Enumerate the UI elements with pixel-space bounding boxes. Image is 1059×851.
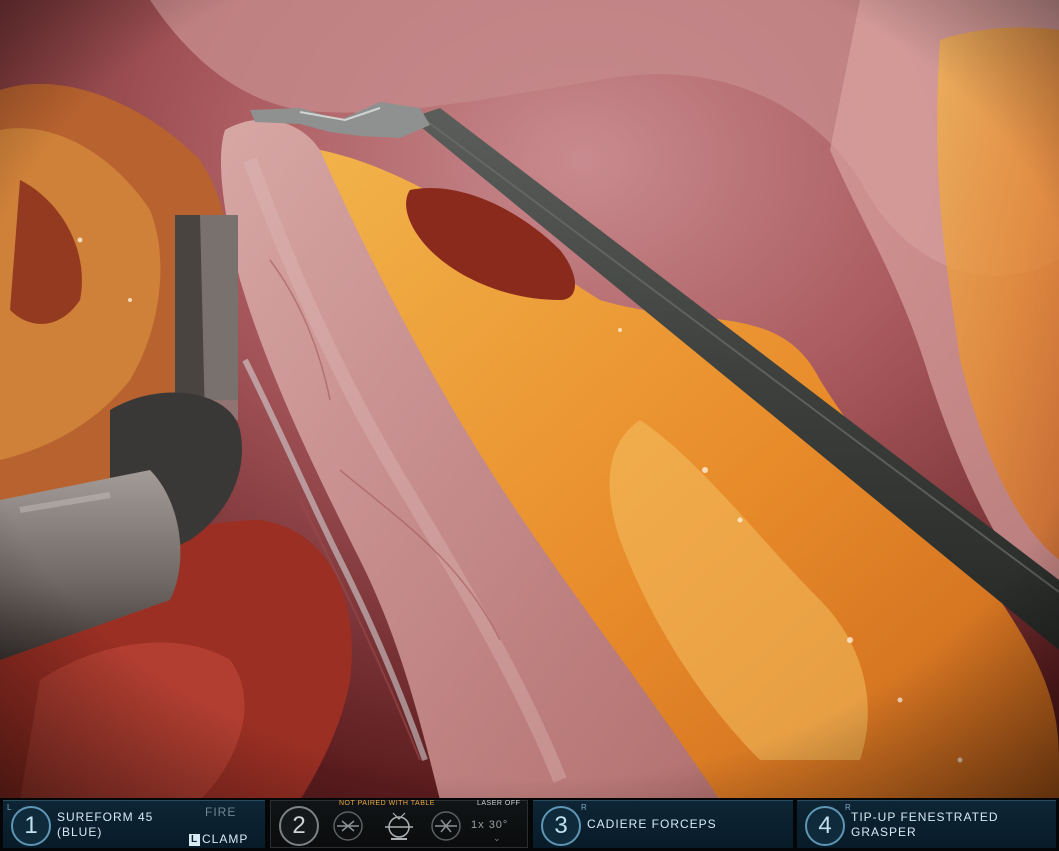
arm-4-tool-sublabel: GRASPER bbox=[851, 825, 917, 839]
endoscope-image bbox=[0, 0, 1059, 800]
camera-orientation-icon bbox=[385, 812, 413, 840]
arm-2-number: 2 bbox=[279, 806, 319, 846]
laser-status: LASER OFF bbox=[477, 800, 521, 807]
arm-3-number: 3 bbox=[541, 806, 581, 846]
arm-4-side-indicator: R bbox=[845, 803, 851, 812]
clamp-status: L CLAMP bbox=[189, 832, 248, 846]
instrument-status-bar: L 1 SUREFORM 45 (BLUE) FIRE L CLAMP 2 NOT… bbox=[0, 798, 1059, 851]
camera-zoom-level: 1x bbox=[471, 819, 485, 831]
chevron-down-icon: ⌄ bbox=[493, 833, 501, 843]
camera-control-left-icon[interactable] bbox=[331, 811, 365, 841]
arm-1-side-indicator: L bbox=[7, 803, 12, 812]
arm-4-number: 4 bbox=[805, 806, 845, 846]
arm-1-number: 1 bbox=[11, 806, 51, 846]
arm-1-tool-sublabel: (BLUE) bbox=[57, 825, 103, 839]
camera-zoom-angle: 1x 30° bbox=[471, 819, 508, 831]
clamp-hand-badge: L bbox=[189, 834, 200, 846]
arm-4-tool-name: TIP-UP FENESTRATED GRASPER bbox=[851, 810, 999, 840]
arm-2-camera-panel[interactable]: 2 NOT PAIRED WITH TABLE LASER OFF 1x 30° bbox=[270, 800, 528, 848]
arm-3-side-indicator: R bbox=[581, 803, 587, 812]
camera-scope-angle: 30° bbox=[488, 819, 509, 831]
table-pairing-status: NOT PAIRED WITH TABLE bbox=[339, 800, 435, 807]
arm-3-panel[interactable]: R 3 CADIERE FORCEPS bbox=[533, 800, 793, 848]
arm-1-panel[interactable]: L 1 SUREFORM 45 (BLUE) FIRE L CLAMP bbox=[3, 800, 265, 848]
endoscope-video-feed bbox=[0, 0, 1059, 800]
fire-status-label: FIRE bbox=[205, 805, 237, 819]
surgical-console-screen: L 1 SUREFORM 45 (BLUE) FIRE L CLAMP 2 NOT… bbox=[0, 0, 1059, 851]
arm-3-tool-name: CADIERE FORCEPS bbox=[587, 817, 717, 831]
arm-1-tool-name: SUREFORM 45 (BLUE) bbox=[57, 810, 153, 840]
camera-control-right-icon[interactable] bbox=[429, 811, 463, 841]
arm-1-tool-label: SUREFORM 45 bbox=[57, 810, 154, 824]
arm-4-panel[interactable]: R 4 TIP-UP FENESTRATED GRASPER bbox=[797, 800, 1056, 848]
arm-4-tool-label: TIP-UP FENESTRATED bbox=[851, 810, 999, 824]
clamp-status-label: CLAMP bbox=[202, 832, 249, 846]
